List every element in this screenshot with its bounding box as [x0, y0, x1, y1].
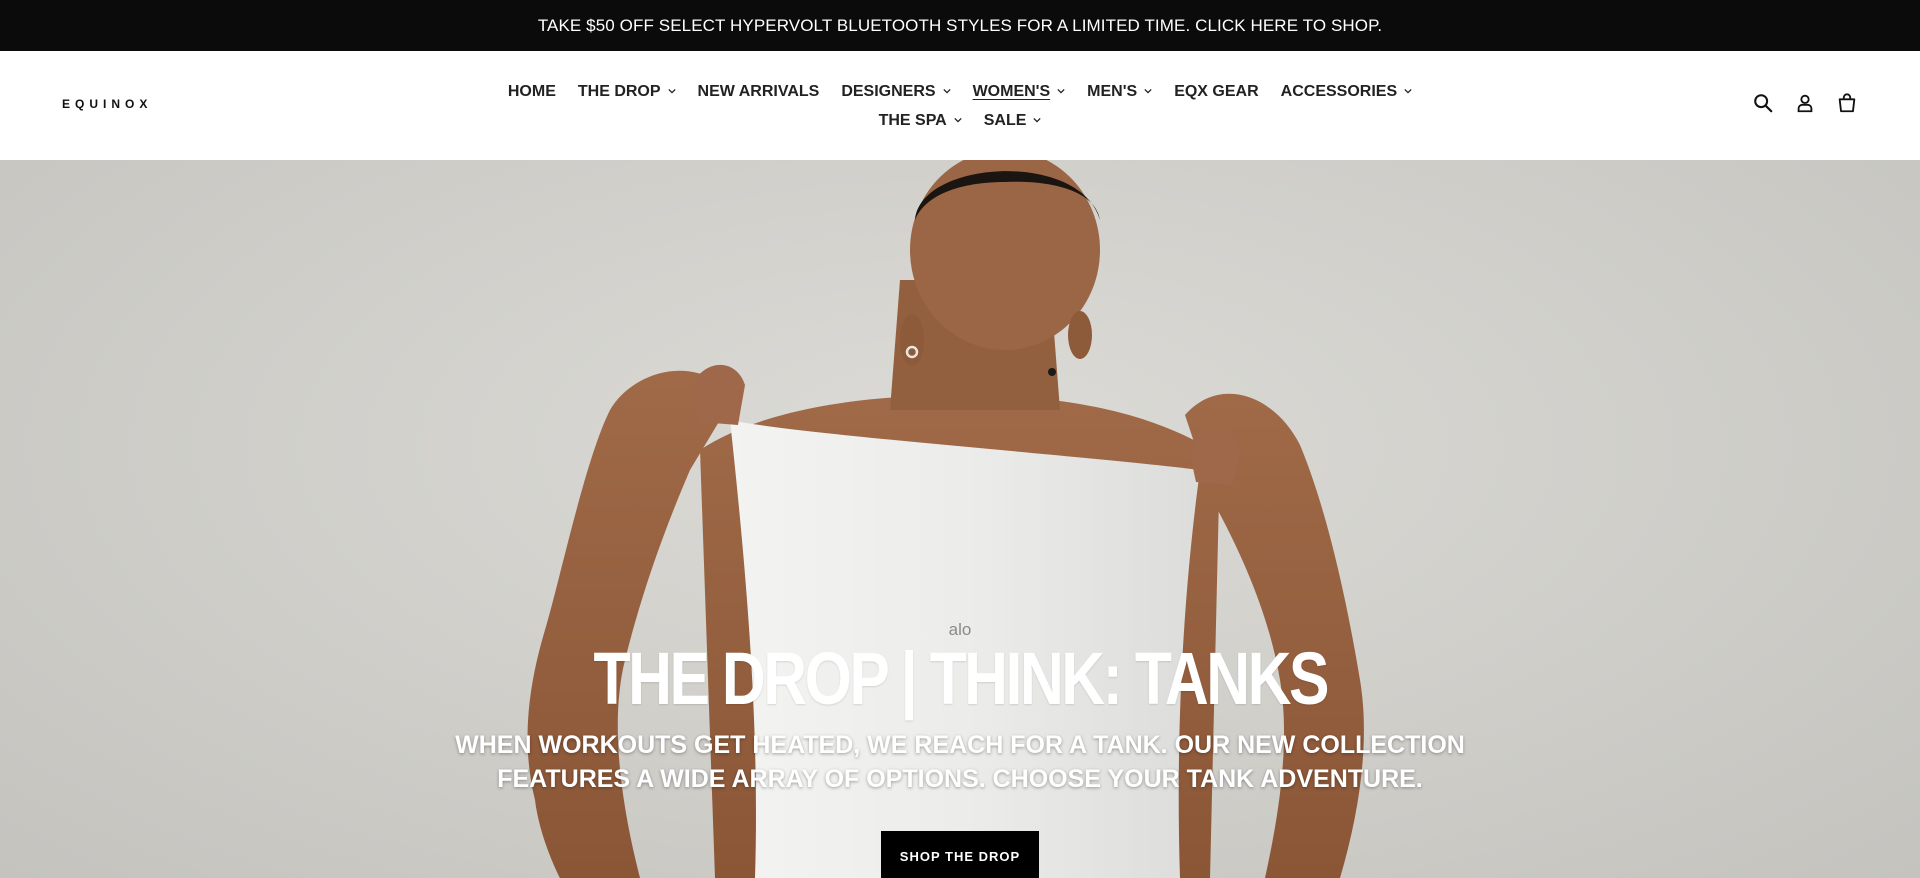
nav-item-eqx-gear[interactable]: EQX GEAR — [1163, 79, 1269, 104]
chevron-down-icon — [1057, 88, 1065, 96]
nav-label: THE DROP — [577, 82, 661, 100]
nav-item-home[interactable]: HOME — [497, 79, 567, 104]
chevron-down-icon — [1144, 88, 1152, 96]
hero-title: THE DROP | THINK: TANKS — [593, 637, 1329, 720]
main-nav: HOME THE DROP NEW ARRIVALS DESIGNERS WOM… — [0, 79, 1920, 133]
search-icon[interactable] — [1752, 92, 1774, 114]
nav-row-1: HOME THE DROP NEW ARRIVALS DESIGNERS WOM… — [497, 79, 1423, 104]
announcement-bar[interactable]: TAKE $50 OFF SELECT HYPERVOLT BLUETOOTH … — [0, 0, 1920, 51]
nav-label: DESIGNERS — [841, 82, 936, 100]
nav-label: NEW ARRIVALS — [697, 82, 820, 100]
nav-item-womens[interactable]: WOMEN'S — [962, 79, 1077, 104]
nav-item-the-spa[interactable]: THE SPA — [868, 108, 973, 133]
nav-label: MEN'S — [1087, 82, 1138, 100]
nav-item-accessories[interactable]: ACCESSORIES — [1270, 79, 1423, 104]
nav-item-designers[interactable]: DESIGNERS — [830, 79, 961, 104]
nav-item-mens[interactable]: MEN'S — [1076, 79, 1163, 104]
site-header: EQUINOX HOME THE DROP NEW ARRIVALS DESIG… — [0, 51, 1920, 160]
nav-item-the-drop[interactable]: THE DROP — [567, 79, 687, 104]
nav-label: WOMEN'S — [972, 82, 1051, 100]
chevron-down-icon — [954, 117, 962, 125]
chevron-down-icon — [1404, 88, 1412, 96]
chevron-down-icon — [1033, 117, 1042, 125]
account-icon[interactable] — [1794, 92, 1816, 114]
shop-the-drop-button[interactable]: SHOP THE DROP — [881, 831, 1039, 878]
nav-label: THE SPA — [878, 111, 947, 129]
chevron-down-icon — [942, 88, 951, 96]
header-icons — [1752, 92, 1858, 114]
nav-item-sale[interactable]: SALE — [973, 108, 1053, 133]
nav-label: HOME — [507, 82, 556, 100]
hero-banner: alo THE DROP | THINK: TANKS WHEN WORKOUT… — [0, 160, 1920, 878]
nav-label: ACCESSORIES — [1280, 82, 1398, 100]
nav-label: SALE — [983, 111, 1027, 129]
nav-label: EQX GEAR — [1174, 82, 1259, 100]
nav-row-2: THE SPA SALE — [868, 108, 1053, 133]
chevron-down-icon — [667, 88, 676, 96]
hero-subtitle: WHEN WORKOUTS GET HEATED, WE REACH FOR A… — [455, 731, 1465, 793]
hero-content: THE DROP | THINK: TANKS WHEN WORKOUTS GE… — [0, 638, 1920, 878]
announcement-text[interactable]: TAKE $50 OFF SELECT HYPERVOLT BLUETOOTH … — [538, 16, 1382, 36]
nav-item-new-arrivals[interactable]: NEW ARRIVALS — [687, 79, 831, 104]
cart-icon[interactable] — [1836, 92, 1858, 114]
